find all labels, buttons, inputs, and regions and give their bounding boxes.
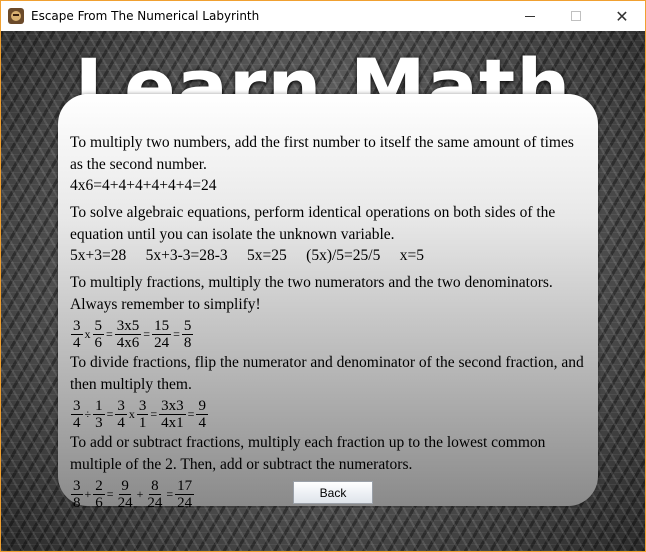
- algebra-text: To solve algebraic equations, perform id…: [70, 204, 556, 243]
- fraction: 34: [71, 398, 83, 431]
- denominator: 24: [117, 495, 133, 511]
- numerator: 15: [152, 318, 172, 335]
- fraction: 34: [115, 398, 127, 431]
- denominator: 1: [138, 415, 147, 431]
- fraction: 9 24: [116, 478, 135, 511]
- operator: x: [128, 407, 135, 421]
- equals-sign: =: [150, 407, 158, 421]
- numerator: 5: [181, 318, 194, 335]
- denominator: 8: [73, 495, 81, 511]
- operator: +: [136, 487, 144, 501]
- app-icon: [8, 8, 24, 24]
- numerator: 3: [71, 478, 83, 495]
- back-button[interactable]: Back: [293, 481, 373, 504]
- equals-sign: =: [173, 327, 180, 341]
- numerator: 8: [149, 478, 161, 495]
- operator: ÷: [84, 407, 92, 421]
- lesson-content: To multiply two numbers, add the first n…: [70, 132, 590, 512]
- multiply-example: 4x6=4+4+4+4+4+4=24: [70, 177, 217, 194]
- title-bar[interactable]: Escape From The Numerical Labyrinth ✕: [1, 1, 645, 31]
- minimize-icon: [525, 15, 535, 17]
- equals-sign: =: [143, 327, 151, 341]
- denominator: 24: [147, 495, 163, 511]
- denominator: 8: [183, 335, 192, 351]
- multiply-fractions-example: 34 x 56 = 3x5 4x6 = 15 24 = 58: [70, 317, 590, 352]
- denominator: 6: [94, 335, 103, 351]
- equals-sign: =: [106, 327, 113, 341]
- denominator: 24: [154, 335, 170, 351]
- numerator: 9: [119, 478, 131, 495]
- divide-fractions-text: To divide fractions, flip the numerator …: [70, 354, 584, 393]
- multiply-fractions-text: To multiply fractions, multiply the two …: [70, 274, 553, 313]
- fraction: 26: [93, 478, 105, 511]
- numerator: 3: [115, 398, 127, 415]
- equals-sign: =: [106, 407, 114, 421]
- denominator: 6: [95, 495, 103, 511]
- fraction: 58: [181, 318, 194, 351]
- minimize-button[interactable]: [507, 1, 553, 31]
- fraction: 38: [71, 478, 83, 511]
- denominator: 3: [95, 415, 103, 431]
- fraction: 3x5 4x6: [114, 318, 142, 351]
- equals-sign: =: [187, 407, 195, 421]
- algebra-example: 5x+3=28 5x+3-3=28-3 5x=25 (5x)/5=25/5 x=…: [70, 247, 424, 264]
- fraction: 31: [136, 398, 149, 431]
- numerator: 3x5: [114, 318, 142, 335]
- fraction: 8 24: [145, 478, 164, 511]
- fraction: 56: [92, 318, 104, 351]
- numerator: 9: [196, 398, 208, 415]
- fraction: 15 24: [152, 318, 172, 351]
- denominator: 4: [198, 415, 206, 431]
- numerator: 2: [93, 478, 105, 495]
- close-button[interactable]: ✕: [599, 1, 645, 31]
- fraction: 17 24: [175, 478, 195, 511]
- add-fractions-text: To add or subtract fractions, multiply e…: [70, 434, 546, 473]
- denominator: 4: [73, 335, 81, 351]
- denominator: 24: [177, 495, 193, 511]
- maximize-icon: [571, 11, 581, 21]
- operator: x: [84, 327, 91, 341]
- divide-fractions-example: 34 ÷ 13 = 34 x 31 = 3x3 4x1 = 94: [70, 397, 590, 432]
- denominator: 4: [73, 415, 81, 431]
- fraction: 13: [93, 398, 105, 431]
- numerator: 17: [175, 478, 195, 495]
- denominator: 4x6: [116, 335, 140, 351]
- equals-sign: =: [106, 487, 114, 501]
- numerator: 3: [71, 318, 83, 335]
- equals-sign: =: [166, 487, 174, 501]
- close-icon: ✕: [615, 6, 629, 26]
- denominator: 4: [117, 415, 125, 431]
- numerator: 3: [71, 398, 83, 415]
- numerator: 3x3: [159, 398, 186, 415]
- numerator: 5: [92, 318, 104, 335]
- fraction: 34: [71, 318, 83, 351]
- numerator: 3: [136, 398, 149, 415]
- fraction: 94: [196, 398, 208, 431]
- maximize-button[interactable]: [553, 1, 599, 31]
- numerator: 1: [93, 398, 105, 415]
- operator: +: [84, 487, 92, 501]
- denominator: 4x1: [161, 415, 184, 431]
- app-window: Escape From The Numerical Labyrinth ✕ Le…: [0, 0, 646, 552]
- multiply-text: To multiply two numbers, add the first n…: [70, 134, 574, 173]
- fraction: 3x3 4x1: [159, 398, 186, 431]
- window-title: Escape From The Numerical Labyrinth: [31, 9, 260, 23]
